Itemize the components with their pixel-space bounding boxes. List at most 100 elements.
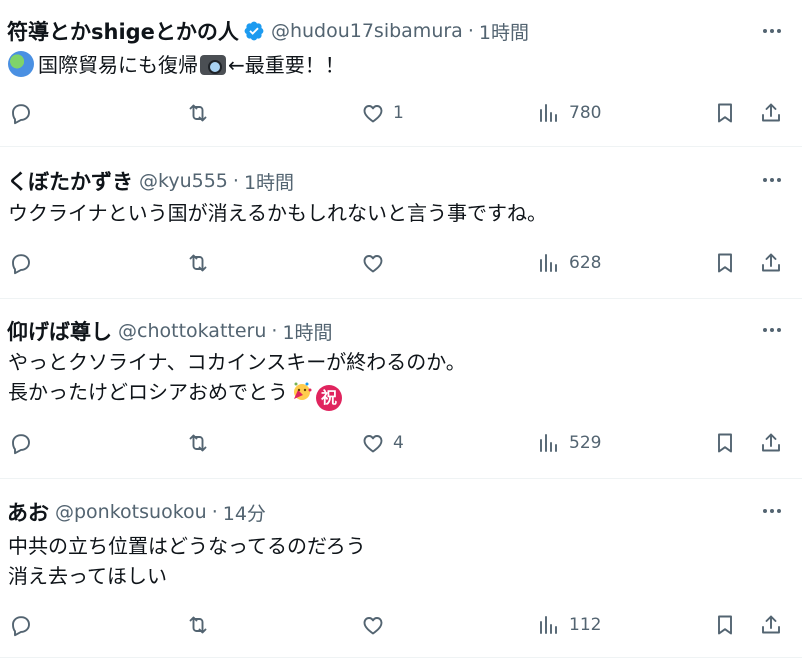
like-button[interactable] (361, 609, 393, 641)
like-button[interactable] (361, 247, 393, 279)
text-line: やっとクソライナ、コカインスキーが終わるのか。 (8, 350, 466, 374)
bookmark-icon (718, 433, 732, 453)
bookmark-button[interactable] (713, 609, 737, 641)
view-count: 529 (569, 433, 602, 453)
bookmark-icon (718, 253, 732, 273)
retweet-icon (189, 104, 207, 122)
views-icon (540, 434, 557, 452)
views-button[interactable]: 112 (537, 609, 601, 641)
reply-button[interactable] (9, 247, 33, 279)
bookmark-button[interactable] (713, 97, 737, 129)
display-name[interactable]: あお (7, 497, 49, 527)
timestamp[interactable]: 1時間 (282, 318, 332, 345)
retweet-button[interactable] (186, 97, 210, 129)
action-bar: 112 (0, 609, 802, 641)
reply-header: くぼたかずき @kyu555 · 1時間 (7, 166, 294, 196)
reply-item[interactable]: 仰げば尊し @chottokatteru · 1時間 やっとクソライナ、コカイン… (0, 299, 802, 479)
more-icon[interactable] (760, 19, 784, 43)
more-icon[interactable] (760, 318, 784, 342)
text-line: 国際貿易にも復帰 (38, 53, 198, 77)
reply-item[interactable]: あお @ponkotsuokou · 14分 中共の立ち位置はどうなってるのだろ… (0, 479, 802, 658)
reply-text: 中共の立ち位置はどうなってるのだろう 消え去ってほしい (8, 531, 366, 591)
reply-button[interactable] (9, 609, 33, 641)
like-button[interactable]: 4 (361, 427, 404, 459)
like-icon (363, 617, 383, 635)
like-icon (363, 255, 383, 273)
views-button[interactable]: 780 (537, 97, 601, 129)
verified-badge-icon (244, 21, 264, 41)
reply-item[interactable]: 符導とかshigeとかの人 @hudou17sibamura · 1時間 国際貿… (0, 0, 802, 147)
iwai-emoji: 祝 (316, 385, 342, 411)
retweet-icon (189, 254, 207, 272)
bookmark-button[interactable] (713, 427, 737, 459)
reply-icon (12, 254, 30, 275)
views-button[interactable]: 628 (537, 247, 601, 279)
reply-header: あお @ponkotsuokou · 14分 (7, 497, 266, 527)
share-button[interactable] (759, 427, 783, 459)
share-button[interactable] (759, 247, 783, 279)
views-icon (540, 104, 557, 122)
share-icon (762, 103, 780, 122)
bookmark-icon (718, 615, 732, 635)
reply-item[interactable]: くぼたかずき @kyu555 · 1時間 ウクライナという国が消えるかもしれない… (0, 147, 802, 299)
like-icon (363, 435, 383, 453)
bookmark-button[interactable] (713, 247, 737, 279)
handle[interactable]: @kyu555 (139, 170, 228, 192)
views-icon (540, 616, 557, 634)
timestamp[interactable]: 1時間 (479, 18, 529, 45)
share-button[interactable] (759, 609, 783, 641)
handle[interactable]: @chottokatteru (118, 320, 266, 342)
view-count: 780 (569, 103, 602, 123)
retweet-icon (189, 616, 207, 634)
reply-button[interactable] (9, 427, 33, 459)
display-name[interactable]: 符導とかshigeとかの人 (7, 16, 239, 46)
reply-button[interactable] (9, 97, 33, 129)
handle[interactable]: @ponkotsuokou (55, 501, 207, 523)
retweet-button[interactable] (186, 427, 210, 459)
action-bar: 1 780 (0, 97, 802, 129)
reply-header: 符導とかshigeとかの人 @hudou17sibamura · 1時間 (7, 16, 529, 46)
retweet-button[interactable] (186, 247, 210, 279)
views-button[interactable]: 529 (537, 427, 601, 459)
party-emoji (294, 382, 312, 400)
more-icon[interactable] (760, 499, 784, 523)
share-icon (762, 253, 780, 272)
share-button[interactable] (759, 97, 783, 129)
text-line: ウクライナという国が消えるかもしれないと言う事ですね。 (8, 201, 547, 225)
share-icon (762, 615, 780, 634)
text-line: 中共の立ち位置はどうなってるのだろう (8, 534, 366, 558)
views-icon (540, 254, 557, 272)
retweet-icon (189, 434, 207, 452)
handle[interactable]: @hudou17sibamura (271, 20, 463, 42)
text-line: 長かったけどロシアおめでとう (8, 380, 288, 404)
display-name[interactable]: くぼたかずき (7, 166, 133, 196)
like-button[interactable]: 1 (361, 97, 404, 129)
separator: · (211, 501, 218, 523)
reply-text: 国際貿易にも復帰 ←最重要！！ (8, 50, 345, 80)
like-count: 4 (393, 433, 404, 453)
action-bar: 4 529 (0, 427, 802, 459)
separator: · (467, 20, 474, 42)
share-icon (762, 433, 780, 452)
reply-icon (12, 434, 30, 455)
view-count: 112 (569, 615, 602, 635)
reply-icon (12, 616, 30, 637)
reply-header: 仰げば尊し @chottokatteru · 1時間 (7, 316, 333, 346)
like-icon (363, 105, 383, 123)
timestamp[interactable]: 1時間 (244, 168, 294, 195)
reply-icon (12, 104, 30, 125)
action-bar: 628 (0, 247, 802, 279)
separator: · (232, 170, 239, 192)
retweet-button[interactable] (186, 609, 210, 641)
reply-text: やっとクソライナ、コカインスキーが終わるのか。 長かったけどロシアおめでとう 祝 (8, 347, 466, 411)
timestamp[interactable]: 14分 (223, 499, 266, 526)
more-icon[interactable] (760, 168, 784, 192)
separator: · (271, 320, 278, 342)
view-count: 628 (569, 253, 602, 273)
camera-emoji (200, 55, 226, 75)
bookmark-icon (718, 103, 732, 123)
globe-emoji (8, 51, 34, 77)
text-line: 消え去ってほしい (8, 564, 167, 588)
text-line: ←最重要！！ (228, 53, 345, 77)
display-name[interactable]: 仰げば尊し (7, 316, 112, 346)
